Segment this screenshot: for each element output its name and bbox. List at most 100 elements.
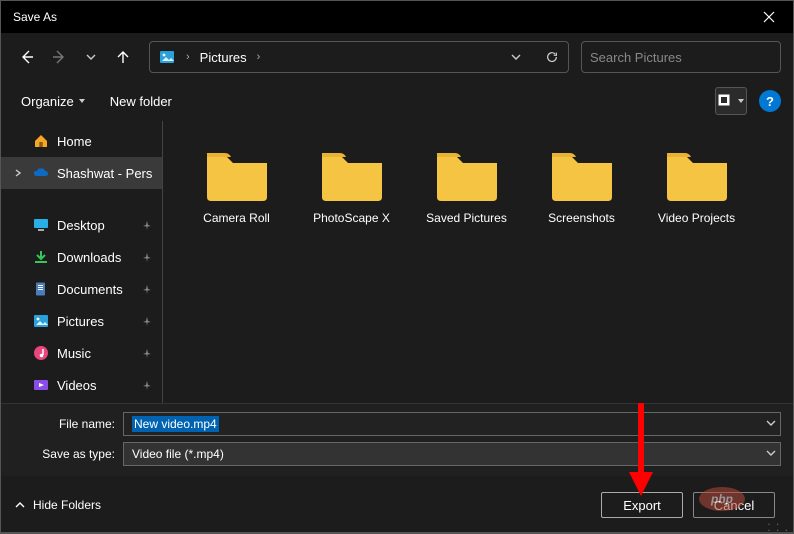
folder-item[interactable]: Saved Pictures bbox=[409, 141, 524, 261]
pin-icon bbox=[142, 346, 152, 361]
close-button[interactable] bbox=[753, 1, 785, 33]
pin-icon bbox=[142, 378, 152, 393]
sidebar-item-videos[interactable]: Videos bbox=[1, 369, 162, 401]
breadcrumb-chevron-icon: › bbox=[257, 51, 261, 63]
filename-input[interactable]: New video.mp4 bbox=[123, 412, 781, 436]
resize-grip[interactable]: . .. . . bbox=[767, 518, 789, 530]
type-value: Video file (*.mp4) bbox=[132, 447, 224, 461]
folder-item[interactable]: Video Projects bbox=[639, 141, 754, 261]
type-select[interactable]: Video file (*.mp4) bbox=[123, 442, 781, 466]
sidebar-item-pictures[interactable]: Pictures bbox=[1, 305, 162, 337]
organize-label: Organize bbox=[21, 94, 74, 109]
forward-button[interactable] bbox=[45, 43, 73, 71]
view-mode-button[interactable] bbox=[715, 87, 747, 115]
address-dropdown-button[interactable] bbox=[502, 43, 530, 71]
sidebar-item-label: Videos bbox=[57, 378, 97, 393]
pictures-icon bbox=[33, 313, 49, 329]
hide-folders-button[interactable]: Hide Folders bbox=[15, 498, 101, 512]
folder-icon bbox=[318, 147, 386, 203]
sidebar-item-home[interactable]: Home bbox=[1, 125, 162, 157]
view-tiles-icon bbox=[718, 94, 734, 108]
search-box[interactable] bbox=[581, 41, 781, 73]
filename-label: File name: bbox=[13, 417, 123, 431]
search-input[interactable] bbox=[590, 50, 766, 65]
home-icon bbox=[33, 133, 49, 149]
address-bar[interactable]: › Pictures › bbox=[149, 41, 569, 73]
chevron-down-icon[interactable] bbox=[766, 417, 776, 431]
chevron-down-icon bbox=[86, 52, 96, 62]
downloads-icon bbox=[33, 249, 49, 265]
nav-bar: › Pictures › bbox=[1, 33, 793, 81]
pin-icon bbox=[142, 314, 152, 329]
desktop-icon bbox=[33, 217, 49, 233]
chevron-up-icon bbox=[15, 500, 25, 510]
caret-down-icon bbox=[737, 97, 745, 105]
chevron-down-icon bbox=[511, 52, 521, 62]
folder-icon bbox=[203, 147, 271, 203]
sidebar-item-onedrive[interactable]: Shashwat - Pers bbox=[1, 157, 162, 189]
organize-button[interactable]: Organize bbox=[13, 87, 94, 115]
refresh-button[interactable] bbox=[538, 43, 566, 71]
chevron-down-icon[interactable] bbox=[766, 447, 776, 461]
back-button[interactable] bbox=[13, 43, 41, 71]
title-bar: Save As bbox=[1, 1, 793, 33]
folder-label: PhotoScape X bbox=[313, 211, 390, 225]
window-title: Save As bbox=[13, 10, 57, 24]
sidebar-item-label: Home bbox=[57, 134, 92, 149]
sidebar-item-label: Music bbox=[57, 346, 91, 361]
sidebar-item-label: Downloads bbox=[57, 250, 121, 265]
new-folder-label: New folder bbox=[110, 94, 172, 109]
arrow-right-icon bbox=[51, 49, 67, 65]
sidebar-item-label: Documents bbox=[57, 282, 123, 297]
documents-icon bbox=[33, 281, 49, 297]
pin-icon bbox=[142, 218, 152, 233]
type-label: Save as type: bbox=[13, 447, 123, 461]
breadcrumb-chevron-icon: › bbox=[186, 51, 190, 63]
folder-item[interactable]: Camera Roll bbox=[179, 141, 294, 261]
up-button[interactable] bbox=[109, 43, 137, 71]
sidebar[interactable]: Home Shashwat - Pers Desktop bbox=[1, 121, 163, 403]
close-icon bbox=[763, 11, 775, 23]
expand-chevron-icon[interactable] bbox=[11, 169, 25, 177]
pin-icon bbox=[142, 250, 152, 265]
folder-label: Screenshots bbox=[548, 211, 615, 225]
cloud-icon bbox=[33, 165, 49, 181]
new-folder-button[interactable]: New folder bbox=[102, 87, 180, 115]
sidebar-item-music[interactable]: Music bbox=[1, 337, 162, 369]
sidebar-item-desktop[interactable]: Desktop bbox=[1, 209, 162, 241]
sidebar-item-documents[interactable]: Documents bbox=[1, 273, 162, 305]
recent-button[interactable] bbox=[77, 43, 105, 71]
save-as-dialog: Save As › Pictures › bbox=[0, 0, 794, 533]
arrow-left-icon bbox=[19, 49, 35, 65]
videos-icon bbox=[33, 377, 49, 393]
folder-icon bbox=[663, 147, 731, 203]
folder-icon bbox=[548, 147, 616, 203]
filename-value: New video.mp4 bbox=[132, 416, 219, 432]
sidebar-item-label: Desktop bbox=[57, 218, 105, 233]
footer: Hide Folders Export Cancel bbox=[1, 476, 793, 532]
folder-icon bbox=[433, 147, 501, 203]
export-button[interactable]: Export bbox=[601, 492, 683, 518]
cancel-button[interactable]: Cancel bbox=[693, 492, 775, 518]
bottom-panel: File name: New video.mp4 Save as type: V… bbox=[1, 403, 793, 476]
sidebar-item-label: Pictures bbox=[57, 314, 104, 329]
arrow-up-icon bbox=[115, 49, 131, 65]
help-button[interactable]: ? bbox=[759, 90, 781, 112]
music-icon bbox=[33, 345, 49, 361]
pictures-location-icon bbox=[158, 48, 176, 66]
folder-item[interactable]: PhotoScape X bbox=[294, 141, 409, 261]
folder-label: Video Projects bbox=[658, 211, 735, 225]
sidebar-item-downloads[interactable]: Downloads bbox=[1, 241, 162, 273]
folder-item[interactable]: Screenshots bbox=[524, 141, 639, 261]
refresh-icon bbox=[545, 50, 559, 64]
hide-folders-label: Hide Folders bbox=[33, 498, 101, 512]
folder-label: Camera Roll bbox=[203, 211, 270, 225]
caret-down-icon bbox=[78, 97, 86, 105]
body: Home Shashwat - Pers Desktop bbox=[1, 121, 793, 403]
breadcrumb-folder[interactable]: Pictures bbox=[200, 50, 247, 65]
folder-label: Saved Pictures bbox=[426, 211, 507, 225]
pin-icon bbox=[142, 282, 152, 297]
sidebar-item-label: Shashwat - Pers bbox=[57, 166, 152, 181]
toolbar: Organize New folder ? bbox=[1, 81, 793, 121]
content-pane[interactable]: Camera Roll PhotoScape X Saved Pictures … bbox=[163, 121, 793, 403]
